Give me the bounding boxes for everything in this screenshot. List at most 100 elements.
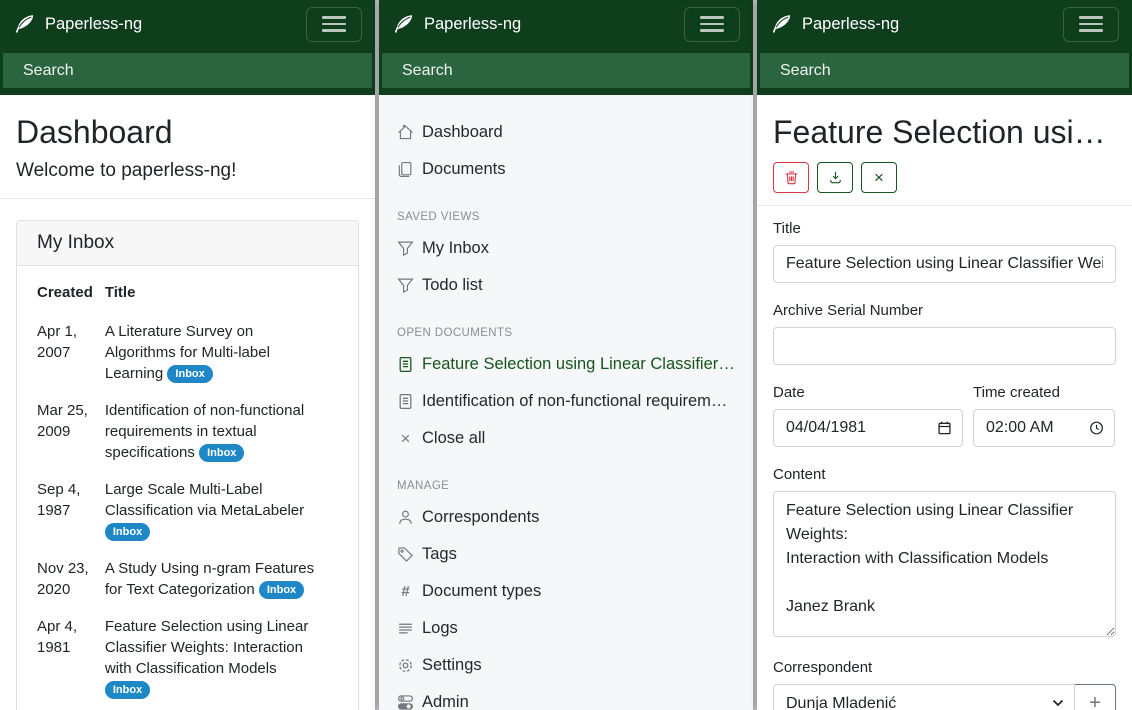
navigation-menu: Dashboard Documents SAVED VIEWS My Inbox… <box>379 95 753 710</box>
menu-item-settings[interactable]: Settings <box>379 647 753 684</box>
divider <box>757 205 1132 206</box>
close-document-button[interactable]: × <box>861 162 897 193</box>
manage-header: MANAGE <box>397 479 735 493</box>
time-input[interactable] <box>973 409 1115 447</box>
table-row: Sep 4, 1987 Large Scale Multi-Label Clas… <box>37 471 338 550</box>
add-correspondent-button[interactable]: + <box>1074 684 1116 710</box>
row-created: Sep 4, 1987 <box>37 471 105 550</box>
menu-item-label: Feature Selection using Linear Classifie… <box>422 355 735 374</box>
dashboard-panel: Paperless-ng Dashboard Welcome to paperl… <box>0 0 375 710</box>
brand[interactable]: Paperless-ng <box>392 13 521 35</box>
close-icon: × <box>397 430 414 447</box>
table-row: Nov 23, 2020 A Study Using n-gram Featur… <box>37 550 338 608</box>
home-icon <box>397 124 414 141</box>
brand[interactable]: Paperless-ng <box>13 13 142 35</box>
menu-item-label: Todo list <box>422 276 483 295</box>
row-created: Nov 23, 2020 <box>37 550 105 608</box>
menu-item-label: Admin <box>422 693 469 710</box>
menu-item-documents[interactable]: Documents <box>379 151 753 188</box>
inbox-badge: Inbox <box>199 444 244 462</box>
navbar: Paperless-ng <box>379 0 753 48</box>
menu-item-close-all[interactable]: × Close all <box>379 420 753 457</box>
table-row: Apr 1, 2007 A Literature Survey on Algor… <box>37 313 338 392</box>
menu-item-logs[interactable]: Logs <box>379 610 753 647</box>
content-textarea[interactable]: Feature Selection using Linear Classifie… <box>773 491 1116 637</box>
menu-item-admin[interactable]: Admin <box>379 684 753 710</box>
menu-item-label: Dashboard <box>422 123 503 142</box>
document-actions: × <box>773 162 1116 193</box>
filter-funnel-icon <box>397 240 414 257</box>
close-icon: × <box>874 169 884 186</box>
row-created: Apr 4, 1981 <box>37 608 105 708</box>
inbox-badge: Inbox <box>259 581 304 599</box>
table-row: Mar 25, 2009 Identification of non-funct… <box>37 392 338 471</box>
plus-icon: + <box>1089 692 1101 710</box>
menu-item-label: Document types <box>422 582 541 601</box>
menu-item-label: Tags <box>422 545 457 564</box>
navbar: Paperless-ng <box>0 0 375 48</box>
feather-logo-icon <box>13 13 35 35</box>
col-header-title: Title <box>105 284 338 313</box>
search-input[interactable] <box>3 53 372 88</box>
person-icon <box>397 509 414 526</box>
menu-item-open-document-2[interactable]: Identification of non-functional require… <box>379 383 753 420</box>
document-text-icon <box>397 356 414 373</box>
inbox-card-title: My Inbox <box>17 221 358 266</box>
document-edit-form: Title Archive Serial Number Date Time cr… <box>773 220 1116 710</box>
brand[interactable]: Paperless-ng <box>770 13 899 35</box>
title-label: Title <box>773 220 1116 237</box>
search-bar <box>379 48 753 95</box>
asn-input[interactable] <box>773 327 1116 365</box>
search-input[interactable] <box>760 53 1129 88</box>
document-title-heading: Feature Selection usin... <box>773 113 1116 152</box>
menu-item-todo-list[interactable]: Todo list <box>379 267 753 304</box>
divider <box>0 198 375 199</box>
download-icon <box>828 170 843 185</box>
menu-item-tags[interactable]: Tags <box>379 536 753 573</box>
menu-item-open-document-1[interactable]: Feature Selection using Linear Classifie… <box>379 346 753 383</box>
feather-logo-icon <box>770 13 792 35</box>
menu-item-my-inbox[interactable]: My Inbox <box>379 230 753 267</box>
download-button[interactable] <box>817 162 853 193</box>
menu-item-label: Logs <box>422 619 458 638</box>
feather-logo-icon <box>392 13 414 35</box>
inbox-badge: Inbox <box>105 523 150 541</box>
row-title-link[interactable]: Large Scale Multi-Label Classification v… <box>105 481 304 519</box>
log-lines-icon <box>397 620 414 637</box>
toggles-icon <box>397 694 414 710</box>
saved-views-header: SAVED VIEWS <box>397 210 735 224</box>
menu-item-dashboard[interactable]: Dashboard <box>379 114 753 151</box>
documents-icon <box>397 161 414 178</box>
row-title-link[interactable]: Feature Selection using Linear Classifie… <box>105 618 308 677</box>
hamburger-menu-button[interactable] <box>684 7 740 42</box>
hamburger-menu-button[interactable] <box>1063 7 1119 42</box>
menu-item-label: Close all <box>422 429 485 448</box>
search-input[interactable] <box>382 53 750 88</box>
filter-funnel-icon <box>397 277 414 294</box>
table-row: Apr 4, 1981 Feature Selection using Line… <box>37 608 338 708</box>
date-label: Date <box>773 384 963 401</box>
hamburger-menu-button[interactable] <box>306 7 362 42</box>
search-bar <box>757 48 1132 95</box>
asn-label: Archive Serial Number <box>773 302 1116 319</box>
menu-item-label: Correspondents <box>422 508 539 527</box>
title-input[interactable] <box>773 245 1116 283</box>
correspondent-select[interactable]: Dunja Mladenić <box>773 684 1075 710</box>
delete-button[interactable] <box>773 162 809 193</box>
date-input[interactable] <box>773 409 963 447</box>
menu-item-document-types[interactable]: # Document types <box>379 573 753 610</box>
menu-item-label: Documents <box>422 160 505 179</box>
menu-panel: Paperless-ng Dashboard Documents SAVED V… <box>379 0 753 710</box>
document-text-icon <box>397 393 414 410</box>
menu-item-correspondents[interactable]: Correspondents <box>379 499 753 536</box>
navbar: Paperless-ng <box>757 0 1132 48</box>
content-label: Content <box>773 466 1116 483</box>
brand-label: Paperless-ng <box>424 15 521 34</box>
correspondent-label: Correspondent <box>773 659 1116 676</box>
time-created-label: Time created <box>973 384 1115 401</box>
inbox-card: My Inbox Created Title Apr 1, 2007 A Lit… <box>16 220 359 710</box>
hash-icon: # <box>397 583 414 600</box>
open-documents-header: OPEN DOCUMENTS <box>397 326 735 340</box>
menu-item-label: Identification of non-functional require… <box>422 392 735 411</box>
brand-label: Paperless-ng <box>45 15 142 34</box>
